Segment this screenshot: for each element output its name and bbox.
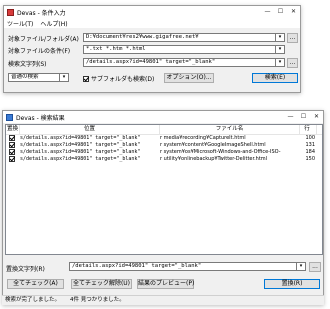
row-position: s/details.aspx?id=49801" target="_blank" [20,142,141,148]
app-icon [7,8,14,16]
row-checkbox[interactable] [9,135,15,141]
subfolder-label: サブフォルダも検索(D) [91,76,155,83]
status-bar: 検索が完了しました。 4件 見つかりました。 [2,295,324,305]
status-message: 検索が完了しました。 [5,297,61,303]
row-line: 131 [305,142,315,148]
row-line: 100 [305,135,315,141]
menu-help[interactable]: ヘルプ(H) [40,19,67,28]
replace-string-label: 置換文字列(R) [6,266,45,273]
target-condition-label: 対象ファイルの条件(F) [8,48,71,55]
target-condition-dropdown[interactable]: ▾ [275,45,285,54]
row-line: 184 [305,149,315,155]
replace-string-dropdown[interactable]: ▾ [296,262,306,271]
row-position: s/details.aspx?id=49801" target="_blank" [20,135,141,141]
app-icon [6,113,13,121]
condition-window: Devas - 条件入力 — ☐ ✕ ツール(T) ヘルプ(H) 対象ファイル/… [3,5,301,93]
table-row[interactable]: s/details.aspx?id=49801" target="_blank"… [6,156,322,163]
replace-button[interactable]: 置換(R) [264,279,320,289]
uncheck-all-button[interactable]: 全てチェック解除(U) [71,279,132,289]
condition-title: Devas - 条件入力 [17,9,66,17]
target-folder-browse-button[interactable]: ... [287,33,298,43]
table-row[interactable]: s/details.aspx?id=49801" target="_blank"… [6,135,322,142]
row-line: 150 [305,156,315,162]
minimize-icon[interactable]: — [284,111,297,123]
search-string-dropdown[interactable]: ▾ [275,58,285,67]
check-all-button[interactable]: 全てチェック(A) [7,279,64,289]
row-file: r utility¥onlinebackup¥Twitter-Delitter.… [160,156,268,162]
subfolder-checkbox[interactable] [83,75,89,82]
result-list[interactable]: 置換 位置 ファイル名 行 s/details.aspx?id=49801" t… [5,124,323,255]
target-folder-label: 対象ファイル/フォルダ(A) [8,36,79,43]
col-filename[interactable]: ファイル名 [160,125,300,134]
close-icon[interactable]: ✕ [287,6,300,18]
search-string-input[interactable]: /details.aspx?id=49801" target="_blank" [83,58,281,67]
subfolder-option[interactable]: サブフォルダも検索(D) [83,74,154,83]
replace-string-browse-button[interactable]: ... [309,262,321,272]
search-button[interactable]: 検索(E) [252,73,298,83]
replace-string-input[interactable]: /details.aspx?id=49801" target="_blank" [69,262,301,271]
maximize-icon[interactable]: ☐ [297,111,310,123]
close-icon[interactable]: ✕ [310,111,323,123]
table-row[interactable]: s/details.aspx?id=49801" target="_blank"… [6,149,322,156]
menu-tools[interactable]: ツール(T) [7,19,33,28]
row-checkbox[interactable] [9,156,15,162]
result-title: Devas - 検索結果 [16,114,65,122]
target-condition-input[interactable]: *.txt *.htm *.html [83,45,281,54]
row-file: r system¥content¥GoogleImageShell.html [160,142,266,148]
target-folder-dropdown[interactable]: ▾ [275,33,285,42]
preview-button[interactable]: 結果のプレビュー(P) [137,279,194,289]
col-line[interactable]: 行 [300,125,317,134]
minimize-icon[interactable]: — [261,6,274,18]
table-row[interactable]: s/details.aspx?id=49801" target="_blank"… [6,142,322,149]
row-file: r system¥os¥Microsoft-Windows-and-Office… [160,149,281,155]
result-list-header: 置換 位置 ファイル名 行 [6,125,322,135]
search-string-label: 検索文字列(S) [8,61,47,68]
result-titlebar[interactable]: Devas - 検索結果 — ☐ ✕ [3,111,323,123]
option-button[interactable]: オプション(O)... [164,73,214,83]
search-mode-dropdown[interactable]: ▾ [59,73,69,82]
search-mode-select[interactable]: 普通の検索 [8,73,60,82]
target-folder-input[interactable]: D:¥document¥res2¥www.gigafree.net¥ [83,33,281,42]
col-replace[interactable]: 置換 [6,125,20,134]
row-position: s/details.aspx?id=49801" target="_blank" [20,156,141,162]
row-checkbox[interactable] [9,149,15,155]
status-count: 4件 見つかりました。 [70,297,125,303]
maximize-icon[interactable]: ☐ [274,6,287,18]
col-position[interactable]: 位置 [20,125,160,134]
condition-titlebar[interactable]: Devas - 条件入力 — ☐ ✕ [4,6,300,18]
row-file: r media¥recording¥CaptureIt.html [160,135,246,141]
search-string-browse-button[interactable]: ... [287,58,298,68]
condition-menubar: ツール(T) ヘルプ(H) [4,18,300,28]
row-checkbox[interactable] [9,142,15,148]
row-position: s/details.aspx?id=49801" target="_blank" [20,149,141,155]
